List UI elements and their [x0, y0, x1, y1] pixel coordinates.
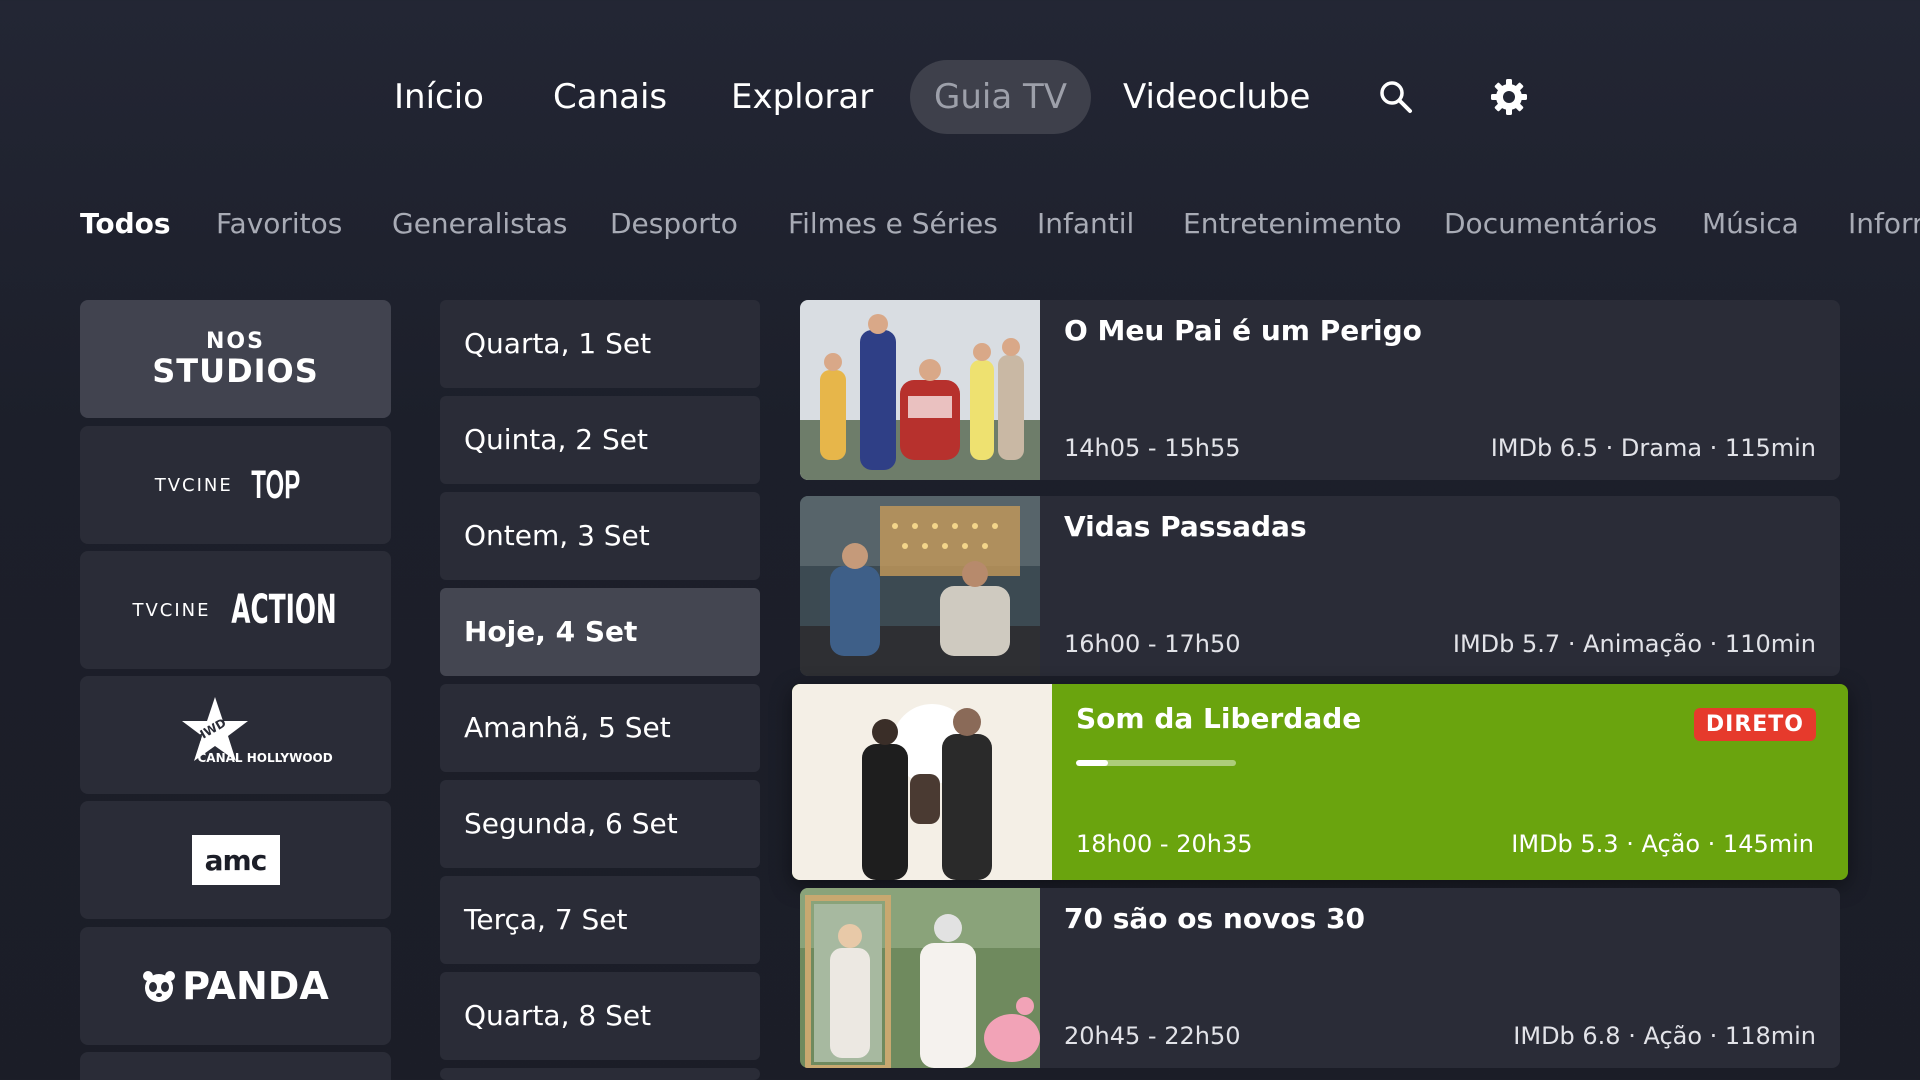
category-filmes-series[interactable]: Filmes e Séries — [788, 202, 998, 246]
channel-amc[interactable]: amc — [80, 801, 391, 919]
category-desporto[interactable]: Desporto — [610, 202, 738, 246]
category-musica[interactable]: Música — [1702, 202, 1799, 246]
search-icon[interactable] — [1366, 60, 1426, 134]
category-entretenimento[interactable]: Entretenimento — [1183, 202, 1402, 246]
program-meta: IMDb 6.8 · Ação · 118min — [1513, 1022, 1816, 1050]
gear-icon[interactable] — [1479, 60, 1539, 134]
program-thumbnail — [792, 684, 1052, 880]
program-progress-fill — [1076, 760, 1108, 766]
nos-studios-logo: NOS STUDIOS — [152, 329, 319, 390]
program-meta: IMDb 5.3 · Ação · 145min — [1511, 830, 1814, 858]
nav-explorar[interactable]: Explorar — [731, 60, 873, 134]
live-badge: DIRETO — [1693, 708, 1816, 741]
category-generalistas[interactable]: Generalistas — [392, 202, 567, 246]
date-item[interactable]: Terça, 7 Set — [440, 876, 760, 964]
channel-nos-studios[interactable]: NOS STUDIOS — [80, 300, 391, 418]
program-title: Som da Liberdade — [1076, 702, 1362, 735]
program-card[interactable]: O Meu Pai é um Perigo 14h05 - 15h55 IMDb… — [800, 300, 1840, 480]
date-item[interactable]: Quarta, 1 Set — [440, 300, 760, 388]
date-item[interactable]: Ontem, 3 Set — [440, 492, 760, 580]
program-time: 20h45 - 22h50 — [1064, 1022, 1241, 1050]
program-time: 16h00 - 17h50 — [1064, 630, 1241, 658]
program-time: 14h05 - 15h55 — [1064, 434, 1241, 462]
program-card[interactable]: 70 são os novos 30 20h45 - 22h50 IMDb 6.… — [800, 888, 1840, 1068]
program-meta: IMDb 6.5 · Drama · 115min — [1490, 434, 1816, 462]
program-card-live[interactable]: Som da Liberdade DIRETO 18h00 - 20h35 IM… — [792, 684, 1848, 880]
amc-logo: amc — [191, 835, 280, 885]
panda-icon — [143, 971, 176, 1002]
nav-guia-tv[interactable]: Guia TV — [910, 60, 1092, 134]
top-navigation: Início Canais Explorar Guia TV Videoclub… — [0, 60, 1920, 134]
program-thumbnail — [800, 496, 1040, 676]
program-progress-bar — [1076, 760, 1236, 766]
program-title: 70 são os novos 30 — [1064, 902, 1365, 935]
program-meta: IMDb 5.7 · Animação · 110min — [1452, 630, 1816, 658]
channel-next[interactable] — [80, 1052, 391, 1080]
category-informacao[interactable]: Inforr — [1848, 202, 1920, 246]
panda-logo: PANDA — [142, 964, 329, 1008]
nav-inicio[interactable]: Início — [394, 60, 484, 134]
date-item[interactable]: Quarta, 8 Set — [440, 972, 760, 1060]
program-time: 18h00 - 20h35 — [1076, 830, 1253, 858]
nav-canais[interactable]: Canais — [553, 60, 667, 134]
channel-panda[interactable]: PANDA — [80, 927, 391, 1045]
category-todos[interactable]: Todos — [80, 202, 171, 246]
channel-canal-hollywood[interactable]: HWD CANAL HOLLYWOOD — [80, 676, 391, 794]
tvcine-top-logo: TVCINE TOP — [154, 462, 300, 507]
program-thumbnail — [800, 888, 1040, 1068]
date-item-next[interactable] — [440, 1068, 760, 1080]
category-documentarios[interactable]: Documentários — [1444, 202, 1657, 246]
tvcine-action-logo: TVCINE ACTION — [132, 587, 337, 633]
date-item[interactable]: Quinta, 2 Set — [440, 396, 760, 484]
program-thumbnail — [800, 300, 1040, 480]
program-title: Vidas Passadas — [1064, 510, 1307, 543]
program-title: O Meu Pai é um Perigo — [1064, 314, 1422, 347]
channel-tvcine-top[interactable]: TVCINE TOP — [80, 426, 391, 544]
category-infantil[interactable]: Infantil — [1037, 202, 1134, 246]
canal-hollywood-logo: HWD CANAL HOLLYWOOD — [166, 695, 333, 775]
channel-tvcine-action[interactable]: TVCINE ACTION — [80, 551, 391, 669]
nav-videoclube[interactable]: Videoclube — [1123, 60, 1310, 134]
category-favoritos[interactable]: Favoritos — [216, 202, 342, 246]
category-bar: Todos Favoritos Generalistas Desporto Fi… — [0, 202, 1920, 246]
date-item[interactable]: Amanhã, 5 Set — [440, 684, 760, 772]
date-item[interactable]: Segunda, 6 Set — [440, 780, 760, 868]
date-item-today[interactable]: Hoje, 4 Set — [440, 588, 760, 676]
program-card[interactable]: Vidas Passadas 16h00 - 17h50 IMDb 5.7 · … — [800, 496, 1840, 676]
